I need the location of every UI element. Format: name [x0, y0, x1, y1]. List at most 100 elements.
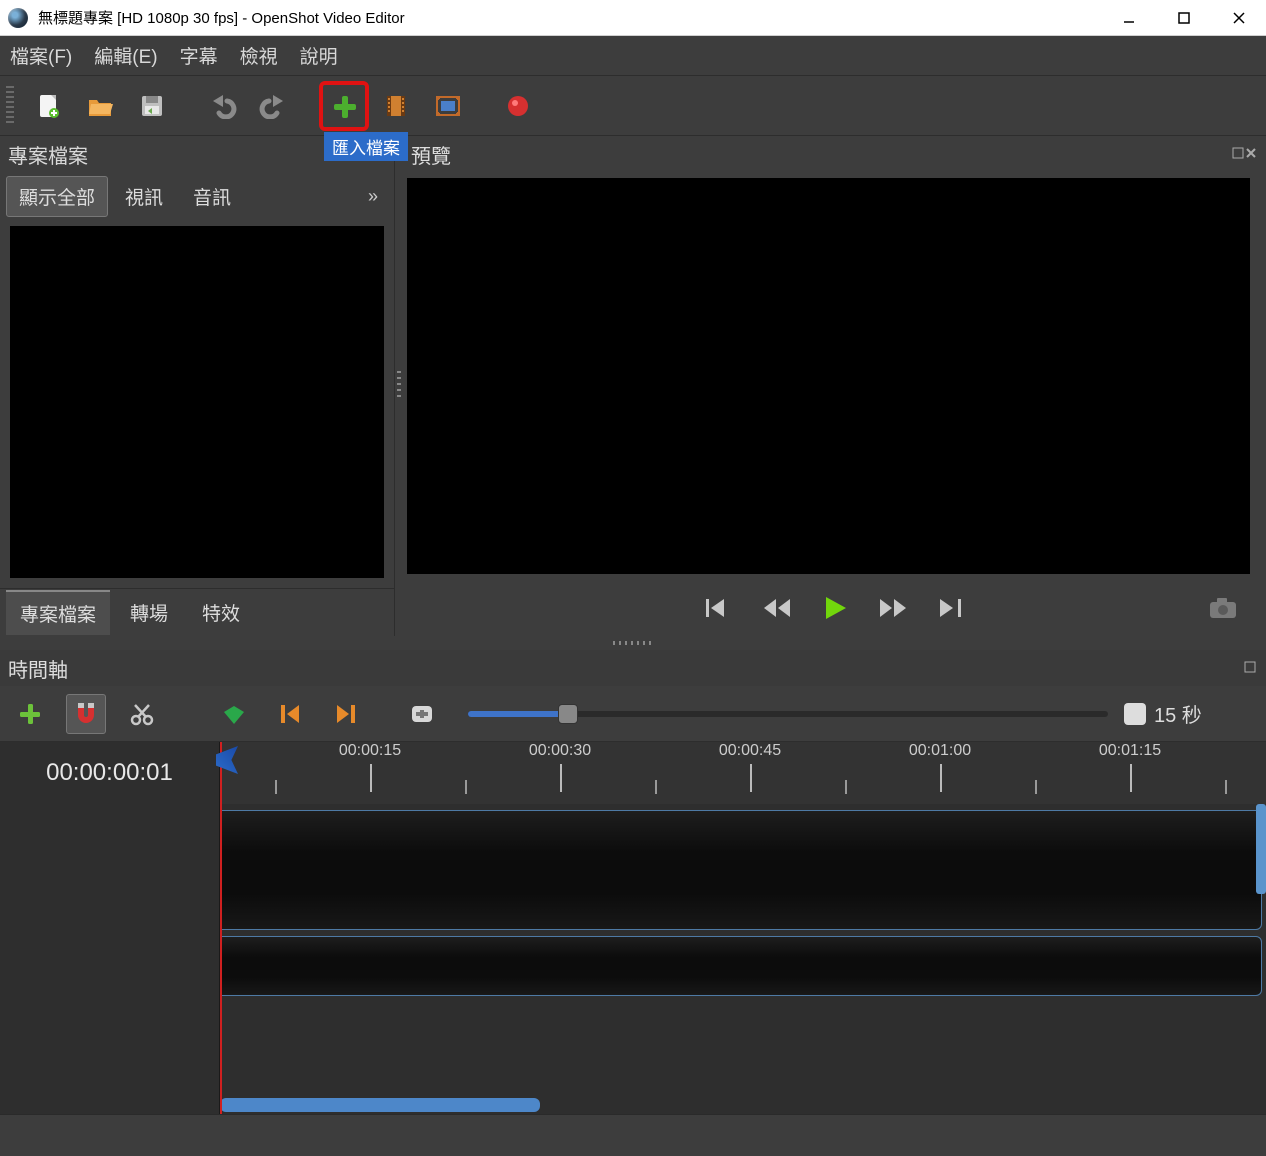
ruler-minor-tick: [1035, 780, 1037, 794]
play-button[interactable]: [822, 595, 848, 621]
import-tooltip: 匯入檔案: [324, 132, 408, 161]
ruler-tick-label: 00:00:30: [529, 742, 591, 760]
timeline-toolbar: 15 秒: [0, 686, 1266, 742]
timeline-detach-icon[interactable]: [1244, 661, 1258, 675]
jump-end-button[interactable]: [938, 597, 966, 619]
magnet-icon: [72, 701, 100, 727]
playhead[interactable]: [220, 742, 222, 1114]
undo-button[interactable]: [200, 84, 244, 128]
filter-video-button[interactable]: 視訊: [112, 176, 176, 217]
timeline-ruler[interactable]: 00:00:15 00:00:30 00:00:45 00:01:00 00:01:15: [220, 742, 1266, 804]
zoom-slider-thumb[interactable]: [558, 704, 578, 724]
menu-subtitle[interactable]: 字幕: [180, 42, 218, 69]
project-filter-row: 顯示全部 視訊 音訊 »: [0, 172, 394, 220]
filter-audio-button[interactable]: 音訊: [180, 176, 244, 217]
ruler-minor-tick: [845, 780, 847, 794]
project-files-area[interactable]: [10, 226, 384, 578]
new-file-icon: [34, 92, 62, 120]
undo-icon: [207, 93, 237, 119]
export-video-button[interactable]: [496, 84, 540, 128]
vertical-splitter[interactable]: [395, 136, 403, 636]
choose-profile-button[interactable]: [374, 84, 418, 128]
window-close-button[interactable]: [1211, 0, 1266, 36]
ruler-tick: [750, 764, 752, 792]
add-track-button[interactable]: [10, 694, 50, 734]
main-toolbar: 匯入檔案: [0, 76, 1266, 136]
open-project-button[interactable]: [78, 84, 122, 128]
record-icon: [505, 93, 531, 119]
window-maximize-button[interactable]: [1156, 0, 1211, 36]
razor-button[interactable]: [122, 694, 162, 734]
app-icon: [8, 8, 28, 28]
center-icon: [409, 702, 435, 726]
save-icon: [138, 92, 166, 120]
scissors-icon: [129, 701, 155, 727]
redo-button[interactable]: [252, 84, 296, 128]
vertical-scrollbar-thumb[interactable]: [1256, 804, 1266, 894]
save-project-button[interactable]: [130, 84, 174, 128]
project-files-panel: 專案檔案 顯示全部 視訊 音訊 » 專案檔案 轉場 特效: [0, 136, 395, 636]
ruler-tick: [940, 764, 942, 792]
prev-marker-button[interactable]: [270, 694, 310, 734]
tab-project-files[interactable]: 專案檔案: [6, 590, 110, 635]
new-project-button[interactable]: [26, 84, 70, 128]
menu-view[interactable]: 檢視: [240, 42, 278, 69]
fullscreen-icon: [435, 95, 461, 117]
ruler-tick-label: 00:01:00: [909, 742, 971, 760]
horizontal-scrollbar-thumb[interactable]: [220, 1098, 540, 1112]
zoom-label: 15 秒: [1154, 699, 1202, 728]
window-title: 無標題專案 [HD 1080p 30 fps] - OpenShot Video…: [38, 7, 1101, 28]
tab-transitions[interactable]: 轉場: [116, 591, 182, 634]
preview-detach-icon[interactable]: [1232, 147, 1258, 161]
add-marker-button[interactable]: [214, 694, 254, 734]
timeline-panel-header: 時間軸: [0, 650, 1266, 686]
transport-controls: [403, 580, 1266, 636]
filter-all-button[interactable]: 顯示全部: [6, 176, 108, 217]
toolbar-grip[interactable]: [6, 86, 14, 126]
center-playhead-button[interactable]: [402, 694, 442, 734]
menu-file[interactable]: 檔案(F): [10, 42, 72, 69]
menu-edit[interactable]: 編輯(E): [94, 42, 157, 69]
preview-panel: 預覽: [403, 136, 1266, 636]
snap-toggle-button[interactable]: [66, 694, 106, 734]
tab-effects[interactable]: 特效: [188, 591, 254, 634]
plus-icon: [330, 92, 358, 120]
ruler-tick: [560, 764, 562, 792]
menu-help[interactable]: 說明: [300, 42, 338, 69]
preview-title: 預覽: [411, 140, 451, 169]
next-marker-button[interactable]: [326, 694, 366, 734]
jump-start-button[interactable]: [704, 597, 732, 619]
status-bar: [0, 1114, 1266, 1156]
timeline-current-time: 00:00:00:01: [0, 742, 219, 804]
ruler-tick-label: 00:01:15: [1099, 742, 1161, 760]
filmstrip-icon: [383, 93, 409, 119]
ruler-tick-label: 00:00:45: [719, 742, 781, 760]
zoom-slider[interactable]: [468, 711, 1108, 717]
camera-icon: [1208, 596, 1238, 620]
timeline-title: 時間軸: [8, 654, 68, 683]
zoom-indicator-icon: [1124, 703, 1146, 725]
titlebar: 無標題專案 [HD 1080p 30 fps] - OpenShot Video…: [0, 0, 1266, 36]
marker-icon: [222, 702, 246, 726]
redo-icon: [259, 93, 289, 119]
window-minimize-button[interactable]: [1101, 0, 1156, 36]
ruler-minor-tick: [655, 780, 657, 794]
prev-marker-icon: [279, 702, 301, 726]
horizontal-splitter[interactable]: [0, 636, 1266, 650]
menubar: 檔案(F) 編輯(E) 字幕 檢視 說明: [0, 36, 1266, 76]
ruler-minor-tick: [275, 780, 277, 794]
rewind-button[interactable]: [762, 597, 792, 619]
timeline-body[interactable]: 00:00:00:01 00:00:1500:00:3000:00:4500:0…: [0, 742, 1266, 1114]
ruler-tick-label: 00:00:15: [339, 742, 401, 760]
ruler-tick: [1130, 764, 1132, 792]
project-files-title: 專案檔案: [8, 140, 88, 169]
filter-more-button[interactable]: »: [368, 186, 388, 207]
preview-canvas[interactable]: [407, 178, 1250, 574]
snapshot-button[interactable]: [1208, 596, 1238, 620]
next-marker-icon: [335, 702, 357, 726]
fullscreen-button[interactable]: [426, 84, 470, 128]
import-files-button[interactable]: 匯入檔案: [322, 84, 366, 128]
fast-forward-button[interactable]: [878, 597, 908, 619]
ruler-minor-tick: [465, 780, 467, 794]
plus-icon: [17, 701, 43, 727]
